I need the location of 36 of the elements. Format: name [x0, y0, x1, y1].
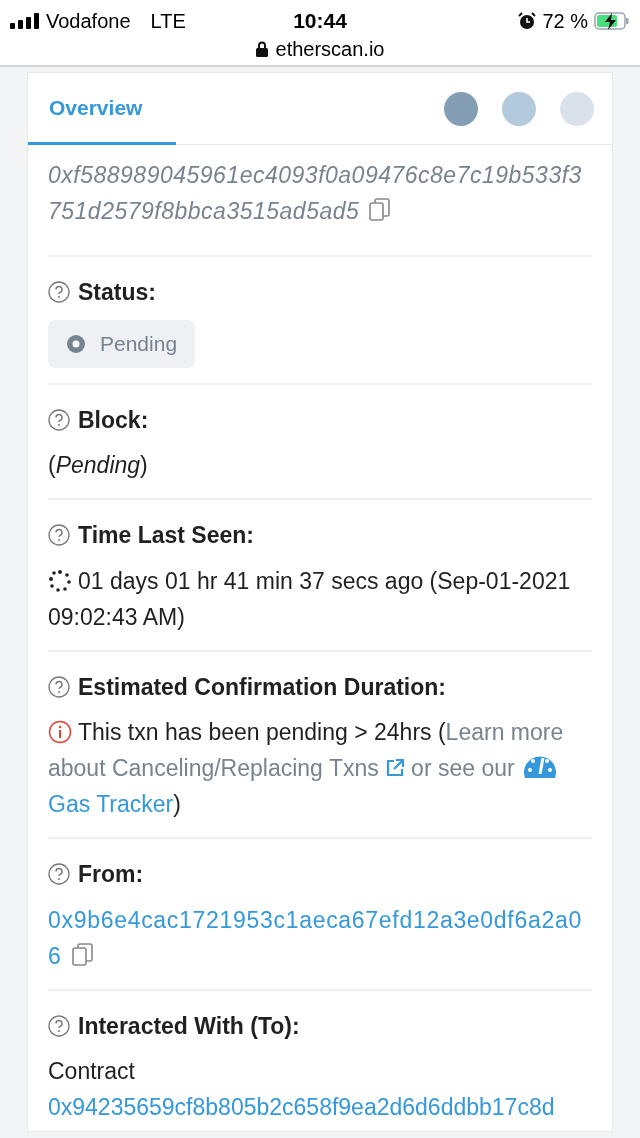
- network-type: LTE: [150, 9, 186, 34]
- lock-icon: [255, 41, 268, 57]
- time-last-seen: 01 days 01 hr 41 min 37 secs ago (Sep-01-2021 09:02:43 AM): [48, 566, 572, 632]
- help-icon[interactable]: [48, 524, 70, 547]
- field-label: Time Last Seen:: [78, 521, 254, 550]
- battery-charging-icon: [594, 12, 630, 30]
- pending-notice: This txn has been pending > 24hrs (Learn more about Canceling/Replacing Txns or see our Gas Tracker): [48, 718, 565, 819]
- help-icon[interactable]: [48, 675, 70, 698]
- external-link-icon[interactable]: [384, 758, 405, 778]
- info-icon: [48, 720, 72, 744]
- field-label: Block:: [78, 405, 149, 435]
- signal-icon: [10, 13, 40, 29]
- clock-time: 10:44: [293, 8, 347, 34]
- contract-label: Contract: [48, 1057, 136, 1086]
- status-badge: Pending: [48, 319, 196, 368]
- help-icon[interactable]: [48, 1014, 70, 1037]
- address-link[interactable]: 0x94235659cf8b805b2c658f9ea2d6d6ddbb17c8d: [48, 1094, 555, 1120]
- help-icon[interactable]: [48, 408, 70, 431]
- field-label: From:: [78, 860, 144, 889]
- spinner-icon: [48, 569, 72, 592]
- battery-percent: 72 %: [542, 9, 588, 34]
- alarm-clock-icon: [518, 12, 537, 30]
- transaction-hash: 0xf588989045961ec4093f0a09476c8e7c19b533f3751d2579f8bbca3515ad5ad5: [48, 161, 583, 226]
- help-icon[interactable]: [48, 281, 70, 304]
- field-label: Interacted With (To):: [78, 1011, 300, 1041]
- url-text[interactable]: etherscan.io: [275, 34, 385, 64]
- overview-tab[interactable]: Overview: [28, 73, 176, 145]
- gas-tracker-link[interactable]: Gas Tracker: [48, 791, 174, 817]
- copy-icon[interactable]: [369, 198, 392, 222]
- copy-icon[interactable]: [71, 942, 94, 967]
- address-link[interactable]: 0x9b6e4cac1721953c1aeca67efd12a3e0df6a2a06: [48, 901, 592, 974]
- field-label: Estimated Confirmation Duration:: [78, 672, 446, 702]
- carrier-name: Vodafone: [46, 9, 131, 34]
- field-label: Status:: [78, 278, 156, 307]
- help-icon[interactable]: [48, 863, 70, 886]
- block-value: (Pending): [48, 451, 149, 480]
